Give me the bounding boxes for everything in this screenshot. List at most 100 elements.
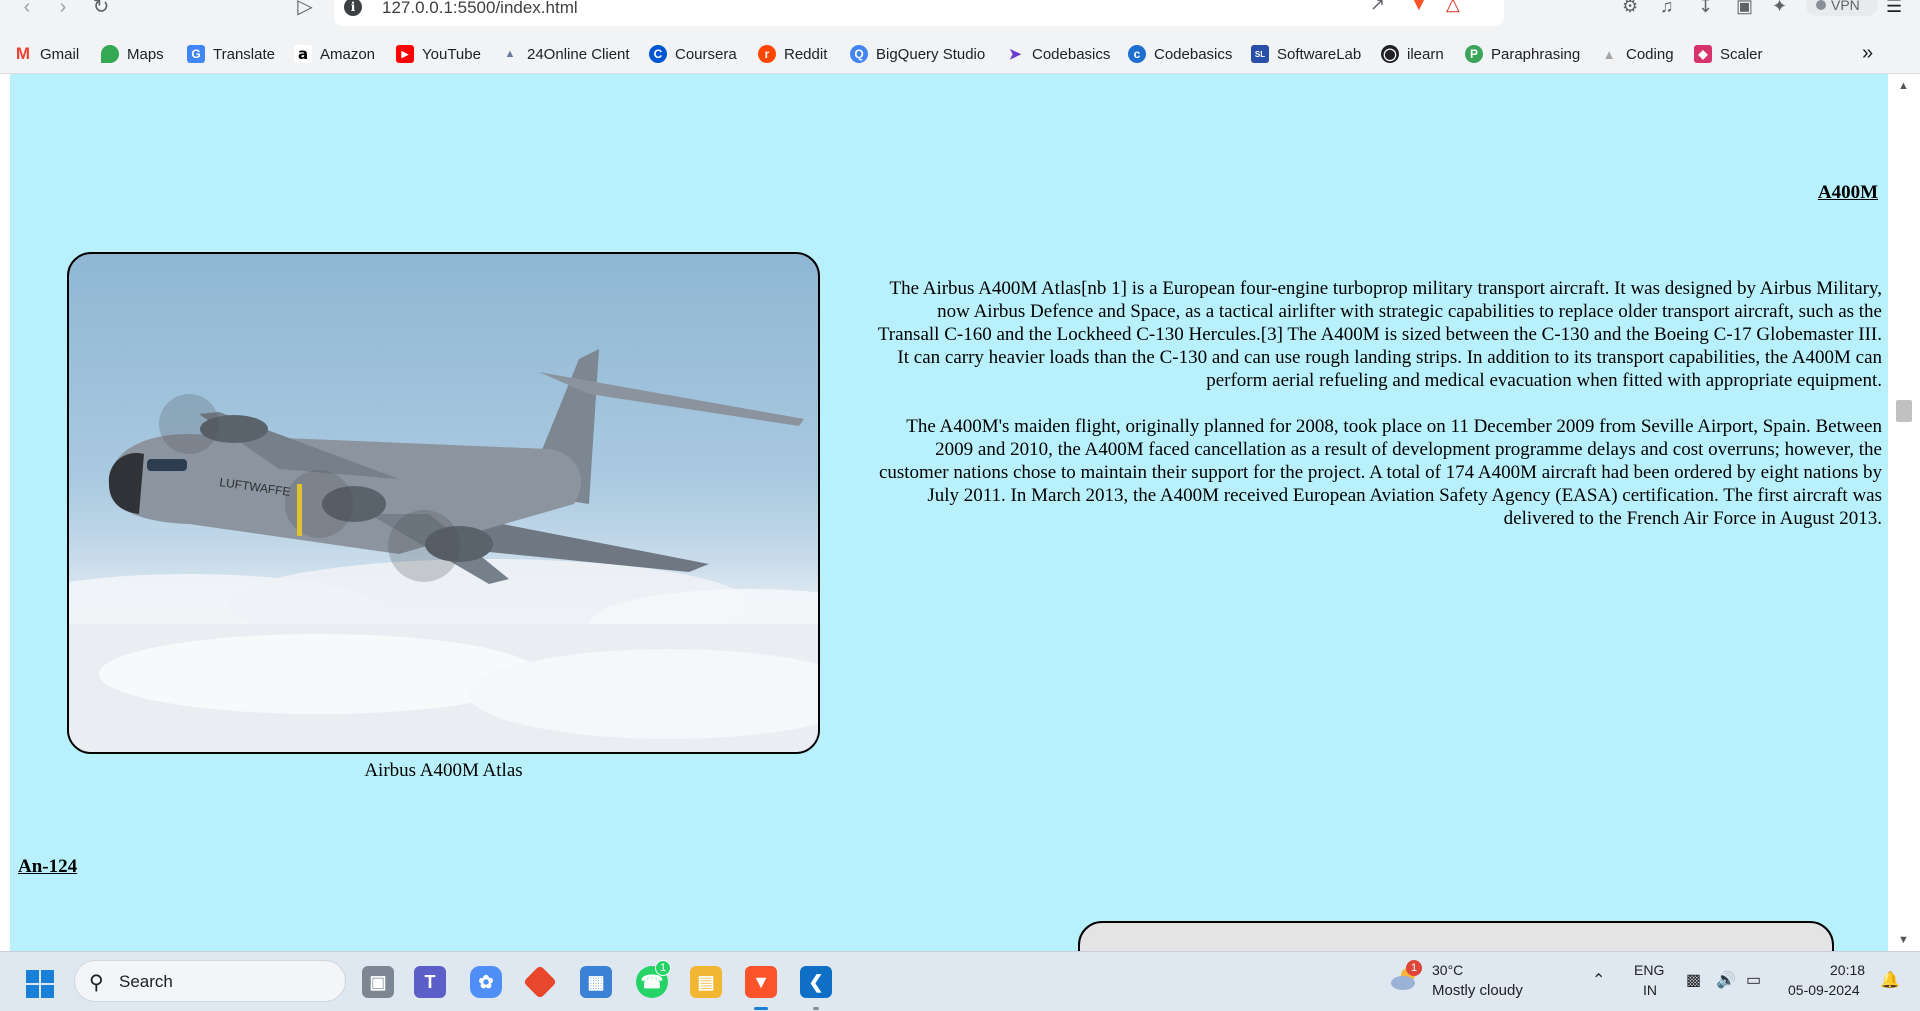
- bookmark-label: Coursera: [675, 45, 737, 63]
- bookmark-youtube[interactable]: ▶ YouTube: [396, 34, 481, 74]
- maps-icon: [101, 45, 119, 63]
- amazon-icon: a: [294, 45, 312, 63]
- media-icon[interactable]: ♫: [1660, 0, 1674, 17]
- youtube-icon: ▶: [396, 45, 414, 63]
- gmail-icon: M: [15, 44, 31, 63]
- bookmark-label: YouTube: [422, 45, 481, 63]
- a400m-aircraft-image: LUFTWAFFE: [69, 349, 818, 752]
- vscode-icon[interactable]: ❮: [800, 966, 832, 998]
- vscode-running-indicator: [813, 1007, 819, 1010]
- downloads-icon[interactable]: ↧: [1698, 0, 1713, 17]
- weather-temp: 30°C: [1432, 962, 1464, 978]
- softwarelab-icon: SL: [1251, 45, 1269, 63]
- copilot-icon[interactable]: ✿: [470, 966, 502, 998]
- bookmark-24online[interactable]: ▲ 24Online Client: [501, 34, 630, 74]
- scroll-thumb[interactable]: [1896, 400, 1912, 422]
- whatsapp-badge: 1: [655, 960, 671, 976]
- page-content: A400M LUFTWAFFE Airbus A400M Atlas The A…: [10, 74, 1888, 951]
- file-explorer-icon[interactable]: ▤: [690, 966, 722, 998]
- site-info-icon[interactable]: i: [344, 0, 362, 16]
- share-icon[interactable]: ↗: [1370, 0, 1385, 15]
- search-icon: ⚲: [89, 972, 104, 994]
- a400m-paragraph: The A400M's maiden flight, originally pl…: [878, 416, 1882, 529]
- brave-icon[interactable]: ▼: [745, 966, 777, 998]
- bookmark-icon[interactable]: ▷: [292, 0, 318, 20]
- a400m-article: The Airbus A400M Atlas[nb 1] is a Europe…: [872, 277, 1882, 553]
- a400m-paragraph: The Airbus A400M Atlas[nb 1] is a Europe…: [877, 278, 1882, 391]
- battery-icon[interactable]: ▭: [1746, 970, 1761, 990]
- rocket-icon: ➤: [1008, 46, 1022, 63]
- store-icon[interactable]: ▦: [580, 966, 612, 998]
- bookmark-paraphrasing[interactable]: P Paraphrasing: [1465, 34, 1580, 74]
- bookmark-label: Translate: [213, 45, 275, 63]
- coding-icon: ▲: [1602, 46, 1616, 62]
- bookmark-translate[interactable]: G Translate: [187, 34, 275, 74]
- brave-shields-icon[interactable]: ▼: [1410, 0, 1428, 15]
- language-bottom[interactable]: IN: [1643, 982, 1657, 998]
- bookmark-label: Coding: [1626, 45, 1674, 63]
- extensions-icon[interactable]: ⚙: [1622, 0, 1638, 17]
- scroll-up-icon[interactable]: ▲: [1898, 80, 1909, 92]
- menu-icon[interactable]: ☰: [1886, 0, 1902, 17]
- clock-time[interactable]: 20:18: [1830, 962, 1865, 978]
- paraphrasing-icon: P: [1465, 45, 1483, 63]
- a400m-caption: Airbus A400M Atlas: [364, 760, 523, 781]
- reload-icon[interactable]: ↻: [88, 0, 114, 20]
- an124-photo: [1078, 921, 1834, 951]
- reddit-icon: r: [758, 45, 776, 63]
- bookmark-label: Codebasics: [1154, 45, 1233, 63]
- task-view-icon[interactable]: ▣: [362, 966, 394, 998]
- bigquery-icon: Q: [850, 45, 868, 63]
- tray-overflow-icon[interactable]: ⌃: [1592, 970, 1605, 990]
- back-icon[interactable]: ‹: [14, 0, 40, 20]
- more-bookmarks-icon[interactable]: »: [1862, 42, 1873, 65]
- online-client-icon: ▲: [504, 48, 516, 60]
- bookmark-softwarelab[interactable]: SL SoftwareLab: [1251, 34, 1361, 74]
- bookmark-ilearn[interactable]: ◯ ilearn: [1381, 34, 1444, 74]
- start-icon[interactable]: [26, 970, 54, 998]
- bookmark-label: Reddit: [784, 45, 828, 63]
- weather-condition: Mostly cloudy: [1432, 982, 1523, 999]
- network-icon[interactable]: ▩: [1686, 970, 1701, 990]
- bookmark-codebasics-2[interactable]: c Codebasics: [1128, 34, 1232, 74]
- bookmark-label: Amazon: [320, 45, 376, 63]
- bookmark-label: Gmail: [40, 45, 80, 63]
- teams-icon[interactable]: T: [414, 966, 446, 998]
- bookmark-coursera[interactable]: C Coursera: [649, 34, 737, 74]
- bookmark-codebasics-1[interactable]: ➤ Codebasics: [1006, 34, 1111, 74]
- bookmark-label: BigQuery Studio: [876, 45, 986, 63]
- weather-badge: 1: [1406, 960, 1422, 976]
- url-text[interactable]: 127.0.0.1:5500/index.html: [382, 0, 578, 18]
- bookmark-label: Scaler: [1720, 45, 1763, 63]
- bookmark-amazon[interactable]: a Amazon: [294, 34, 375, 74]
- page-scrollbar[interactable]: ▲ ▼: [1888, 74, 1920, 951]
- language-top[interactable]: ENG: [1634, 962, 1664, 978]
- a400m-photo: LUFTWAFFE: [67, 252, 820, 754]
- forward-icon[interactable]: ›: [50, 0, 76, 20]
- taskbar-search[interactable]: ⚲ Search: [74, 960, 346, 1002]
- leo-ai-icon[interactable]: ✦: [1772, 0, 1787, 17]
- coursera-icon: C: [649, 45, 667, 63]
- a400m-heading: A400M: [1817, 182, 1878, 203]
- bookmark-gmail[interactable]: M Gmail: [14, 34, 79, 74]
- translate-icon: G: [187, 45, 205, 63]
- bookmarks-bar: M Gmail Maps G Translate a Amazon ▶ YouTube …: [0, 34, 1920, 74]
- bookmark-label: SoftwareLab: [1277, 45, 1362, 63]
- bookmark-label: 24Online Client: [527, 45, 630, 63]
- scaler-icon: ◆: [1694, 45, 1712, 63]
- vpn-label: VPN: [1831, 0, 1860, 13]
- brave-rewards-icon[interactable]: △: [1446, 0, 1460, 15]
- bookmark-maps[interactable]: Maps: [101, 34, 164, 74]
- scroll-down-icon[interactable]: ▼: [1898, 934, 1909, 946]
- bookmark-reddit[interactable]: r Reddit: [758, 34, 827, 74]
- volume-icon[interactable]: 🔊: [1716, 970, 1736, 990]
- address-bar[interactable]: i 127.0.0.1:5500/index.html ↗ ▼ △: [334, 0, 1504, 26]
- bookmark-coding[interactable]: ▲ Coding: [1600, 34, 1674, 74]
- bookmark-scaler[interactable]: ◆ Scaler: [1694, 34, 1763, 74]
- app-diamond-icon[interactable]: [523, 965, 557, 999]
- vpn-button[interactable]: VPN: [1806, 0, 1878, 16]
- clock-date[interactable]: 05-09-2024: [1788, 982, 1860, 998]
- bookmark-bigquery[interactable]: Q BigQuery Studio: [850, 34, 985, 74]
- notifications-icon[interactable]: 🔔: [1880, 970, 1900, 990]
- wallet-icon[interactable]: ▣: [1736, 0, 1753, 17]
